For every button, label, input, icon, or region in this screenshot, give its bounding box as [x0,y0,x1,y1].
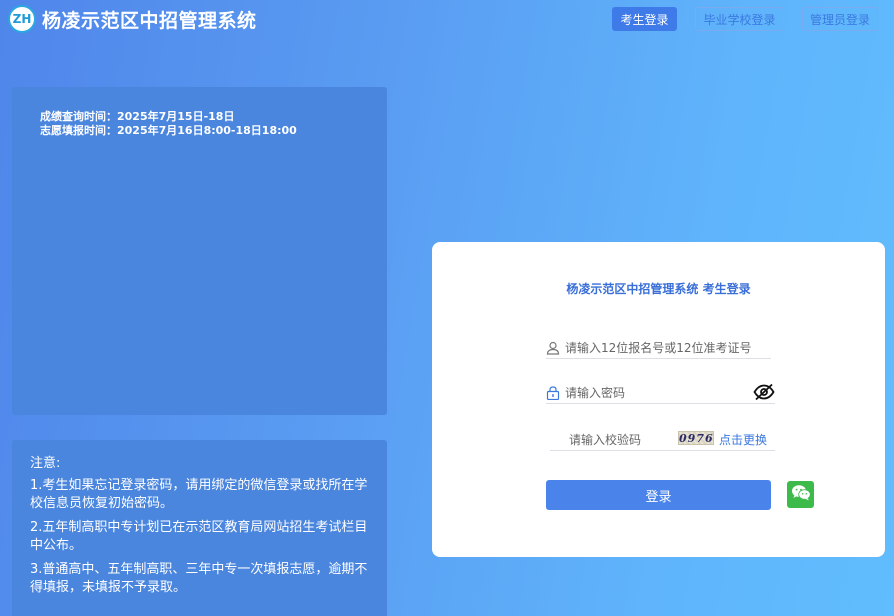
application-time: 志愿填报时间：2025年7月16日8:00-18日18:00 [40,124,297,137]
wechat-icon [791,484,811,505]
user-icon [546,340,560,355]
school-login-tab[interactable]: 毕业学校登录 [695,7,784,31]
notice-panel: 注意: 1.考生如果忘记登录密码，请用绑定的微信登录或找所在学校信息员恢复初始密… [12,440,387,616]
account-input[interactable] [565,339,755,357]
lock-icon [546,385,560,401]
student-login-tab[interactable]: 考生登录 [612,7,677,31]
schedule-panel: 成绩查询时间：2025年7月15日-18日 志愿填报时间：2025年7月16日8… [12,87,387,415]
notice-item: 2.五年制高职中专计划已在示范区教育局网站招生考试栏目中公布。 [30,520,368,553]
account-field [546,337,771,359]
header: ZH 杨凌示范区中招管理系统 考生登录 毕业学校登录 管理员登录 [0,0,894,40]
login-card: 杨凌示范区中招管理系统 考生登录 09 [432,242,885,557]
app-title: 杨凌示范区中招管理系统 [42,10,257,32]
logo: ZH [8,5,36,33]
login-button[interactable]: 登录 [546,480,771,510]
admin-login-tab[interactable]: 管理员登录 [802,7,878,31]
wechat-login-button[interactable] [787,481,814,508]
captcha-refresh-link[interactable]: 点击更换 [719,431,767,448]
captcha-input[interactable] [569,431,674,449]
eye-slash-icon[interactable] [753,383,775,401]
notice-title: 注意: [30,456,61,471]
notice-item: 3.普通高中、五年制高职、三年中专一次填报志愿，逾期不得填报，未填报不予录取。 [30,562,368,595]
password-field [546,382,775,404]
notice-item: 1.考生如果忘记登录密码，请用绑定的微信登录或找所在学校信息员恢复初始密码。 [30,478,368,511]
password-input[interactable] [565,384,755,402]
captcha-field: 0976 点击更换 [550,429,775,451]
login-title: 杨凌示范区中招管理系统 考生登录 [566,282,751,296]
captcha-image[interactable]: 0976 [678,431,714,445]
